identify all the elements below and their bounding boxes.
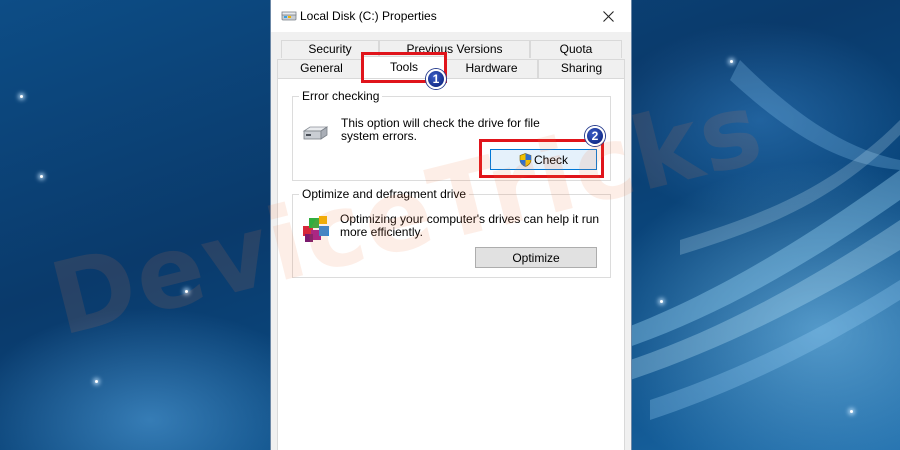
star [95,380,98,383]
drive-icon [281,11,297,21]
tab-hardware[interactable]: Hardware [445,59,538,78]
defrag-icon [303,216,329,242]
properties-window: Local Disk (C:) Properties Security Prev… [270,0,632,450]
close-button[interactable] [585,0,631,32]
check-button-highlight [479,139,604,178]
title-bar[interactable]: Local Disk (C:) Properties [271,0,631,32]
star [185,290,188,293]
optimize-button[interactable]: Optimize [475,247,597,268]
tools-tab-panel: Error checking This option will check th… [277,78,625,450]
wallpaper-swoosh [620,60,900,420]
optimize-description-2: more efficiently. [340,225,423,239]
window-title: Local Disk (C:) Properties [300,9,437,23]
star [20,95,23,98]
star [40,175,43,178]
optimize-label: Optimize and defragment drive [299,187,470,201]
drive-icon [302,126,328,140]
error-checking-description-2: system errors. [341,129,418,143]
star [660,300,663,303]
step-badge-2: 2 [585,126,605,146]
tab-general[interactable]: General [277,59,366,78]
star [730,60,733,63]
error-checking-label: Error checking [299,89,383,103]
star [850,410,853,413]
tab-sharing[interactable]: Sharing [538,59,625,78]
optimize-group: Optimize and defragment drive Optimizing… [292,187,611,278]
close-icon [602,10,614,22]
tab-quota[interactable]: Quota [530,40,622,58]
step-badge-1: 1 [426,69,446,89]
